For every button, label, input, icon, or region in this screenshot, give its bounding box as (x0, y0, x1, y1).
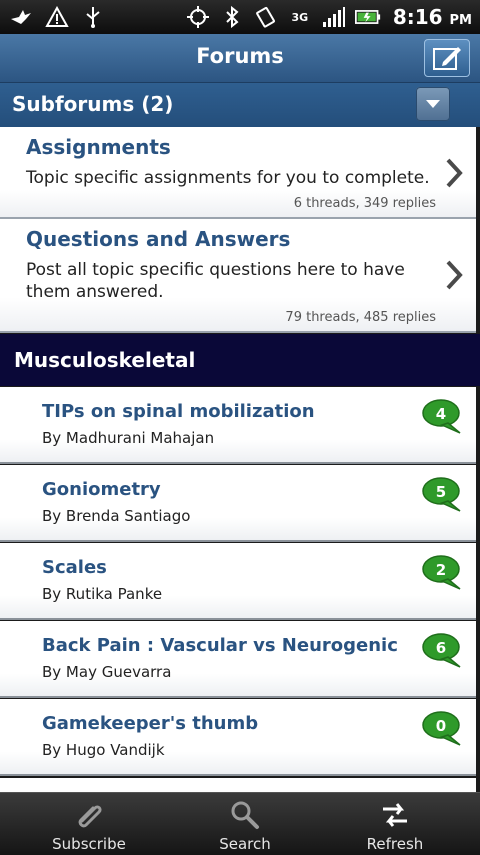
reply-count-badge: 0 (422, 711, 462, 749)
clock-ampm: PM (449, 13, 472, 28)
thread-author: By Brenda Santiago (42, 507, 191, 525)
thread-row[interactable]: Scales By Rutika Panke 2 (0, 543, 476, 620)
thread-title: TIPs on spinal mobilization (42, 401, 315, 422)
bluetooth-icon (219, 4, 245, 30)
clock-time: 8:16 (392, 5, 443, 29)
subscribe-label: Subscribe (52, 835, 126, 853)
chevron-right-icon (446, 158, 463, 188)
chevron-right-icon (446, 260, 463, 290)
reply-count: 2 (435, 561, 447, 579)
search-label: Search (219, 835, 271, 853)
thread-author: By Hugo Vandijk (42, 741, 165, 759)
rotate-icon (253, 4, 279, 30)
thread-author: By Madhurani Mahajan (42, 429, 215, 447)
reply-count: 4 (435, 405, 447, 423)
subforums-label: Subforums (2) (12, 92, 174, 116)
reply-count-badge: 4 (422, 399, 462, 437)
clock: 8:16 PM (393, 5, 472, 29)
thread-title: Gamekeeper's thumb (42, 713, 259, 734)
reply-count: 6 (435, 639, 447, 657)
chevron-down-icon (426, 100, 440, 108)
subforum-stats: 6 threads, 349 replies (293, 196, 436, 211)
network-3g-icon: 3G (287, 4, 313, 30)
thread-row[interactable]: Gamekeeper's thumb By Hugo Vandijk 0 (0, 699, 476, 776)
section-header: Musculoskeletal (0, 334, 480, 386)
refresh-button[interactable]: Refresh (315, 793, 475, 855)
search-button[interactable]: Search (165, 793, 325, 855)
network-label: 3G (291, 10, 309, 24)
reply-count: 0 (435, 717, 447, 735)
subforum-description: Post all topic specific questions here t… (26, 260, 405, 302)
signal-icon (321, 4, 347, 30)
compose-icon (433, 47, 461, 70)
battery-icon (354, 4, 381, 30)
subforum-item-questions-and-answers[interactable]: Questions and Answers Post all topic spe… (0, 219, 476, 333)
thread-title: Goniometry (42, 479, 161, 500)
subforum-description: Topic specific assignments for you to co… (26, 168, 430, 188)
subforum-name: Assignments (26, 135, 171, 159)
thread-title: Scales (42, 557, 107, 578)
refresh-label: Refresh (366, 835, 424, 853)
title-bar: Forums (0, 34, 480, 83)
thread-title: Back Pain : Vascular vs Neurogenic (42, 635, 398, 656)
page-title: Forums (196, 44, 284, 68)
subforum-stats: 79 threads, 485 replies (285, 310, 436, 325)
subscribe-button[interactable]: Subscribe (9, 793, 169, 855)
section-label: Musculoskeletal (14, 348, 196, 372)
reply-count-badge: 2 (422, 555, 462, 593)
thread-author: By May Guevarra (42, 663, 172, 681)
subforum-name: Questions and Answers (26, 227, 291, 251)
notification-bird-icon (8, 4, 34, 30)
refresh-icon (383, 803, 407, 827)
thread-row-partial (0, 778, 476, 792)
reply-count-badge: 5 (422, 477, 462, 515)
thread-row[interactable]: Back Pain : Vascular vs Neurogenic By Ma… (0, 621, 476, 698)
reply-count-badge: 6 (422, 633, 462, 671)
thread-author: By Rutika Panke (42, 585, 163, 603)
search-icon (231, 801, 259, 829)
paperclip-icon (78, 805, 102, 828)
collapse-button[interactable] (416, 87, 450, 121)
reply-count: 5 (435, 483, 447, 501)
compose-button[interactable] (424, 39, 470, 77)
thread-row[interactable]: Goniometry By Brenda Santiago 5 (0, 465, 476, 542)
subforums-header[interactable]: Subforums (2) (0, 83, 480, 127)
thread-row[interactable]: TIPs on spinal mobilization By Madhurani… (0, 387, 476, 464)
subforum-item-assignments[interactable]: Assignments Topic specific assignments f… (0, 127, 476, 219)
bottom-toolbar: Subscribe Search Refresh (0, 792, 480, 855)
gps-icon (185, 4, 211, 30)
status-bar: 3G 8:16 PM (0, 0, 480, 34)
warning-icon (44, 4, 70, 30)
usb-icon (80, 4, 106, 30)
